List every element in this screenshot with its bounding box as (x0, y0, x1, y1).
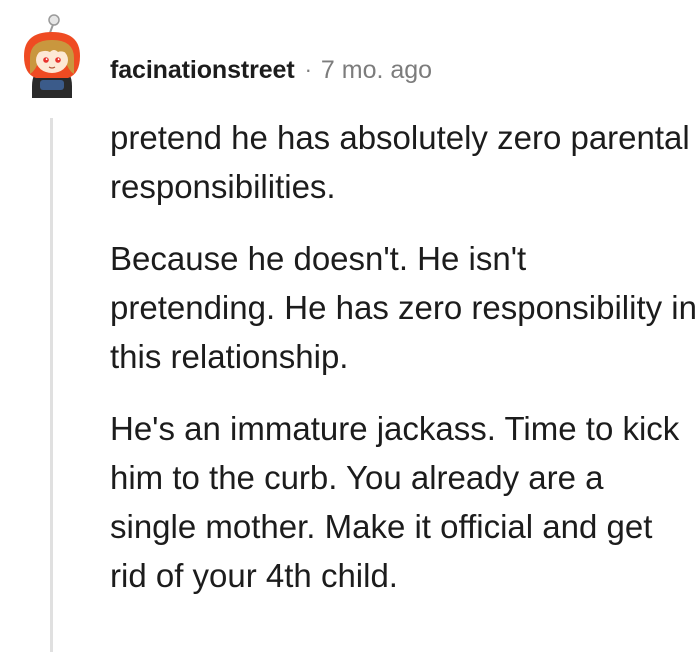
comment-body: pretend he has absolutely zero parental … (110, 113, 698, 600)
comment-timestamp[interactable]: 7 mo. ago (321, 52, 432, 88)
comment-paragraph: Because he doesn't. He isn't pretending.… (110, 240, 697, 375)
comment-paragraph: pretend he has absolutely zero parental … (110, 119, 690, 205)
user-avatar[interactable] (18, 12, 88, 102)
comment: facinationstreet · 7 mo. ago pretend he … (0, 0, 700, 652)
snoo-avatar-icon (24, 14, 80, 98)
comment-meta: facinationstreet · 7 mo. ago (110, 52, 432, 88)
comment-paragraph: He's an immature jackass. Time to kick h… (110, 410, 680, 594)
author-username[interactable]: facinationstreet (110, 52, 295, 88)
meta-separator: · (304, 57, 312, 82)
thread-collapse-line[interactable] (50, 118, 53, 652)
